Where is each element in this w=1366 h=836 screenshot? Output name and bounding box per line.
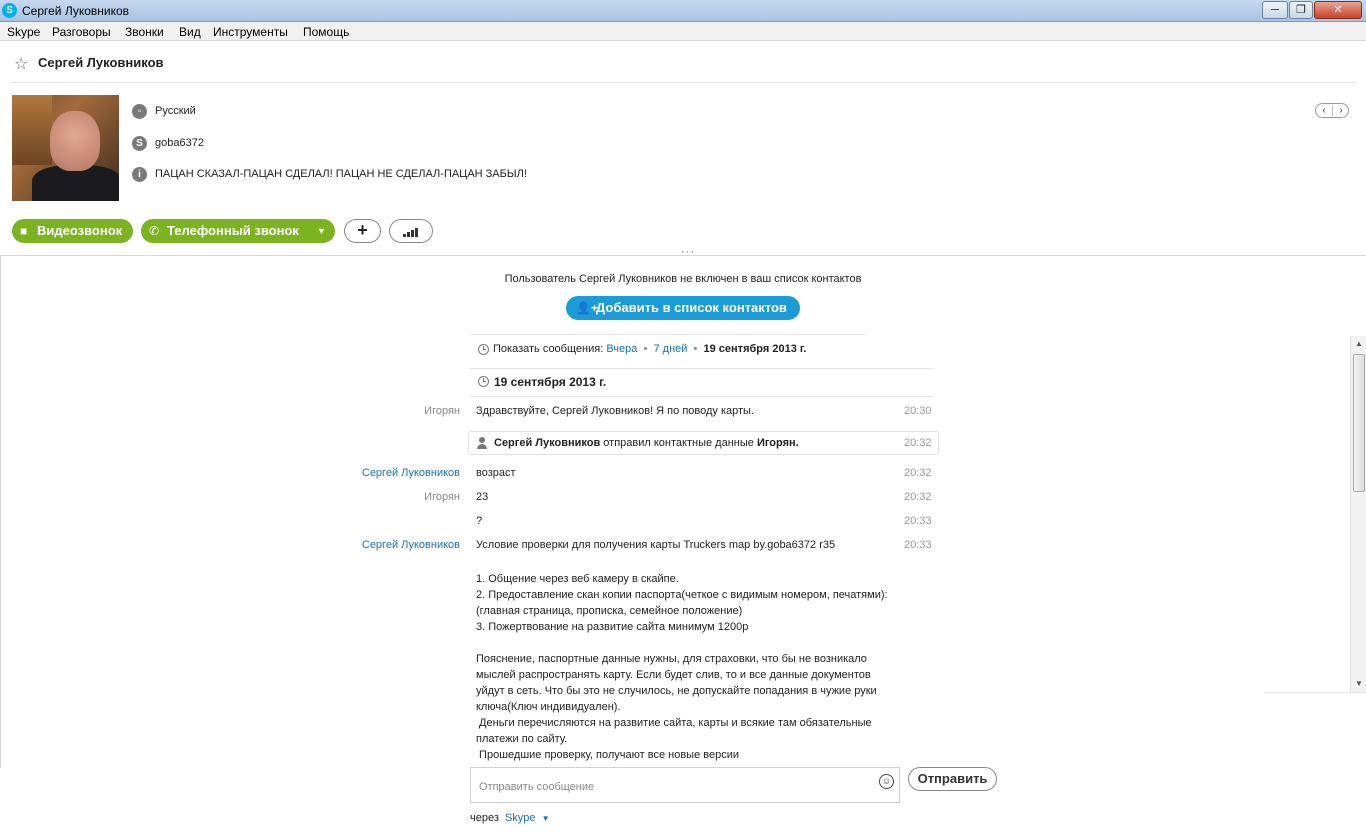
call-quality-button[interactable] xyxy=(389,219,433,243)
skype-id-icon: S xyxy=(132,136,147,151)
via-service[interactable]: Skype xyxy=(505,812,536,824)
menu-calls[interactable]: Звонки xyxy=(125,25,164,39)
plus-icon: + xyxy=(357,220,368,240)
chevron-down-icon[interactable]: ▼ xyxy=(317,219,326,243)
skype-logo-icon: S xyxy=(2,3,17,18)
conversation-top-divider xyxy=(470,334,866,335)
send-button[interactable]: Отправить xyxy=(908,767,997,791)
maximize-button[interactable]: ❐ xyxy=(1289,1,1313,19)
contact-avatar[interactable] xyxy=(12,95,119,201)
person-icon xyxy=(477,437,487,449)
skype-window: S Сергей Луковников ─ ❐ ✕ Skype Разговор… xyxy=(0,0,1366,836)
contact-name: Сергей Луковников xyxy=(38,55,164,70)
via-label: через xyxy=(470,812,499,824)
profile-pager: ‹ › xyxy=(1315,103,1349,118)
menu-help[interactable]: Помощь xyxy=(303,25,349,39)
message-text: Условие проверки для получения карты Tru… xyxy=(476,539,836,551)
splitter-line xyxy=(0,255,1366,256)
message-time: 20:32 xyxy=(904,491,932,503)
favorite-star-icon[interactable]: ☆ xyxy=(14,54,28,74)
add-to-contacts-button[interactable]: 👤+ Добавить в список контактов xyxy=(566,296,800,320)
phone-call-label: Телефонный звонок xyxy=(167,223,299,238)
menu-skype[interactable]: Skype xyxy=(7,25,40,39)
message-time: 20:30 xyxy=(904,405,932,417)
message-author[interactable]: Игорян xyxy=(280,405,460,417)
menu-conversations[interactable]: Разговоры xyxy=(52,25,111,39)
history-filter: Показать сообщения: Вчера • 7 дней • 19 … xyxy=(493,343,806,355)
system-target[interactable]: Игорян. xyxy=(757,437,799,449)
history-current-date: 19 сентября 2013 г. xyxy=(703,343,807,355)
history-option-7-days[interactable]: 7 дней xyxy=(653,343,687,355)
history-filter-label: Показать сообщения: xyxy=(493,343,604,355)
separator-dot: • xyxy=(640,343,651,355)
contact-skype-login: goba6372 xyxy=(155,137,204,149)
scroll-down-icon[interactable]: ▼ xyxy=(1351,676,1366,692)
add-person-icon: 👤+ xyxy=(576,301,598,315)
message-text: Здравствуйте, Сергей Луковников! Я по по… xyxy=(476,405,755,417)
message-text: ? xyxy=(476,515,483,527)
message-author[interactable]: Игорян xyxy=(280,491,460,503)
prev-arrow-icon[interactable]: ‹ xyxy=(1316,104,1332,117)
message-time: 20:33 xyxy=(904,515,932,527)
contact-shared-notice: Сергей Луковников отправил контактные да… xyxy=(468,431,939,455)
history-option-yesterday[interactable]: Вчера xyxy=(606,343,637,355)
next-arrow-icon[interactable]: › xyxy=(1333,104,1349,117)
message-body-continuation: 1. Общение через веб камеру в скайпе. 2.… xyxy=(476,573,888,761)
message-time: 20:32 xyxy=(904,467,932,479)
message-author[interactable]: Сергей Луковников xyxy=(280,467,460,479)
emoticon-icon[interactable]: ☺ xyxy=(879,774,894,789)
contact-shared-text: Сергей Луковников отправил контактные да… xyxy=(494,437,799,449)
separator-dot: • xyxy=(690,343,701,355)
conversation-scrollbar[interactable]: ▲ ▼ xyxy=(1350,336,1366,692)
title-bar: S Сергей Луковников ─ ❐ ✕ xyxy=(0,0,1366,22)
message-input[interactable] xyxy=(471,768,871,802)
chevron-down-icon[interactable]: ▼ xyxy=(542,814,550,823)
not-in-contacts-notice: Пользователь Сергей Луковников не включе… xyxy=(504,273,862,285)
mood-info-icon: i xyxy=(132,167,147,182)
contact-language: Русский xyxy=(155,105,196,117)
message-author[interactable]: Сергей Луковников xyxy=(280,539,460,551)
history-divider xyxy=(470,368,934,369)
system-sender: Сергей Луковников xyxy=(494,437,601,449)
avatar-background-furniture xyxy=(12,95,52,165)
menu-bar: Skype Разговоры Звонки Вид Инструменты П… xyxy=(0,22,1366,41)
message-time: 20:32 xyxy=(904,437,932,449)
date-divider xyxy=(470,396,934,397)
message-text: возраст xyxy=(476,467,516,479)
phone-icon: ✆ xyxy=(149,224,160,238)
avatar-face xyxy=(50,111,100,171)
left-border xyxy=(0,256,1,768)
add-to-contacts-label: Добавить в список контактов xyxy=(596,300,787,315)
phone-call-button[interactable]: ✆ Телефонный звонок ▼ xyxy=(141,219,335,243)
message-compose-box[interactable]: ☺ xyxy=(470,767,900,803)
add-participants-button[interactable]: + xyxy=(344,219,381,243)
video-call-label: Видеозвонок xyxy=(37,223,123,238)
header-divider xyxy=(10,82,1356,83)
message-text: 23 xyxy=(476,491,489,503)
splitter-grip-icon[interactable]: ··· xyxy=(681,246,695,258)
minimize-button[interactable]: ─ xyxy=(1262,1,1288,19)
panel-divider xyxy=(1265,692,1366,693)
scroll-thumb[interactable] xyxy=(1353,354,1365,492)
menu-tools[interactable]: Инструменты xyxy=(213,25,288,39)
date-header: 19 сентября 2013 г. xyxy=(494,375,607,389)
system-action: отправил контактные данные xyxy=(603,437,754,449)
close-button[interactable]: ✕ xyxy=(1314,1,1362,19)
clock-icon xyxy=(478,344,489,355)
signal-bars-icon xyxy=(403,227,421,237)
language-icon: ◦ xyxy=(132,104,147,119)
message-time: 20:33 xyxy=(904,539,932,551)
scroll-up-icon[interactable]: ▲ xyxy=(1351,336,1366,352)
window-title: Сергей Луковников xyxy=(22,4,130,18)
clock-icon xyxy=(478,376,489,387)
video-camera-icon: ■ xyxy=(20,224,28,238)
contact-mood-message: ПАЦАН СКАЗАЛ-ПАЦАН СДЕЛАЛ! ПАЦАН НЕ СДЕЛ… xyxy=(155,168,527,180)
menu-view[interactable]: Вид xyxy=(179,25,201,39)
video-call-button[interactable]: ■ Видеозвонок xyxy=(12,219,133,243)
send-via: через Skype ▼ xyxy=(470,812,550,824)
